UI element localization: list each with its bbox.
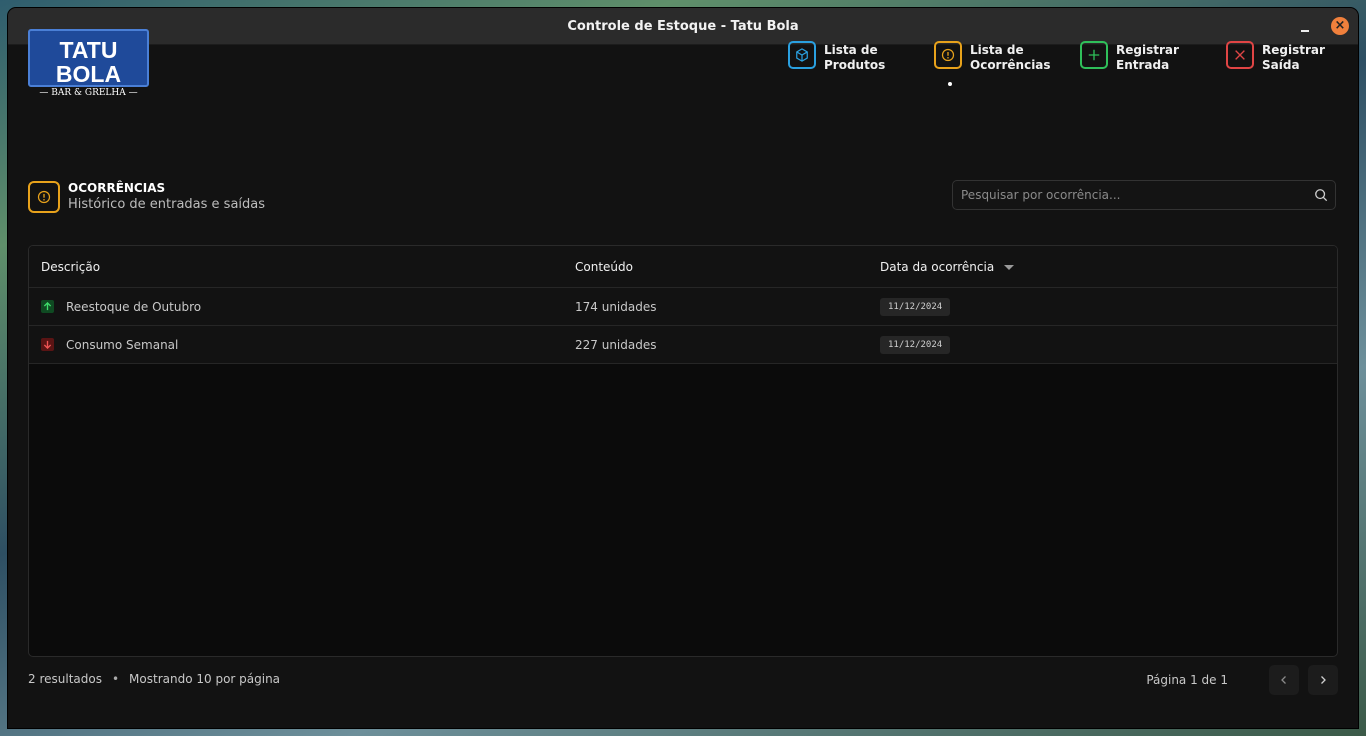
arrow-down-icon <box>41 338 54 351</box>
sort-desc-icon[interactable] <box>1004 265 1015 270</box>
x-icon <box>1226 41 1254 69</box>
results-count: 2 resultados <box>28 672 102 686</box>
row-date-badge: 11/12/2024 <box>880 335 951 354</box>
logo-name: TATU BOLA <box>55 37 122 87</box>
row-description: Reestoque de Outubro <box>66 299 202 314</box>
app-window: Controle de Estoque - Tatu Bola × TATU B… <box>8 8 1358 728</box>
column-header-conteudo[interactable]: Conteúdo <box>563 260 868 274</box>
title-bar: Controle de Estoque - Tatu Bola × <box>8 8 1358 45</box>
arrow-up-icon <box>41 300 54 313</box>
box-icon <box>788 41 816 69</box>
row-date-badge: 11/12/2024 <box>880 297 951 316</box>
nav-label-saida: Registrar Saída <box>1262 43 1325 72</box>
nav-item-produtos[interactable]: Lista de Produtos <box>788 41 934 73</box>
close-icon[interactable]: × <box>1331 17 1349 35</box>
active-indicator <box>948 82 952 86</box>
table-row[interactable]: Consumo Semanal 227 unidades 11/12/2024 <box>29 326 1337 364</box>
alert-icon <box>28 180 60 213</box>
logo-tagline: — BAR & GRELHA — <box>39 88 138 98</box>
prev-page-button[interactable] <box>1269 665 1299 695</box>
row-content: 174 unidades <box>575 299 657 314</box>
minimize-icon[interactable] <box>1298 18 1314 34</box>
occurrences-table: Descrição Conteúdo Data da ocorrência Re… <box>28 245 1338 657</box>
logo: TATU BOLA — BAR & GRELHA — <box>28 29 149 98</box>
alert-icon <box>934 41 962 69</box>
search-icon[interactable] <box>1307 188 1335 202</box>
column-header-data[interactable]: Data da ocorrência <box>868 260 1337 274</box>
nav-item-saida[interactable]: Registrar Saída <box>1226 41 1358 73</box>
nav-item-ocorrencias[interactable]: Lista de Ocorrências <box>934 41 1080 86</box>
page-subtitle: Histórico de entradas e saídas <box>68 197 266 212</box>
nav-label-produtos: Lista de Produtos <box>824 43 886 72</box>
pagination: Página 1 de 1 <box>1146 665 1338 695</box>
table-header: Descrição Conteúdo Data da ocorrência <box>29 246 1337 288</box>
top-nav: Lista de Produtos Lista de Ocorrências R… <box>788 41 1358 86</box>
page-title: OCORRÊNCIAS <box>68 181 166 195</box>
nav-label-entrada: Registrar Entrada <box>1116 43 1179 72</box>
column-header-data-label: Data da ocorrência <box>880 259 995 274</box>
row-description: Consumo Semanal <box>66 337 179 352</box>
table-row[interactable]: Reestoque de Outubro 174 unidades 11/12/… <box>29 288 1337 326</box>
search-input[interactable] <box>953 187 1307 203</box>
next-page-button[interactable] <box>1308 665 1338 695</box>
per-page-info: Mostrando 10 por página <box>129 672 281 686</box>
window-title: Controle de Estoque - Tatu Bola <box>567 18 799 34</box>
nav-item-entrada[interactable]: Registrar Entrada <box>1080 41 1226 73</box>
page-info: Página 1 de 1 <box>1146 673 1228 687</box>
chevron-left-icon <box>1281 676 1286 684</box>
nav-label-ocorrencias: Lista de Ocorrências <box>970 43 1051 72</box>
column-header-descricao[interactable]: Descrição <box>29 260 563 274</box>
search-box <box>952 180 1336 210</box>
separator-dot: • <box>111 672 120 686</box>
row-content: 227 unidades <box>575 337 657 352</box>
plus-icon <box>1080 41 1108 69</box>
results-summary: 2 resultados • Mostrando 10 por página <box>28 672 280 686</box>
chevron-right-icon <box>1321 676 1326 684</box>
section-header: OCORRÊNCIAS Histórico de entradas e saíd… <box>28 180 265 213</box>
